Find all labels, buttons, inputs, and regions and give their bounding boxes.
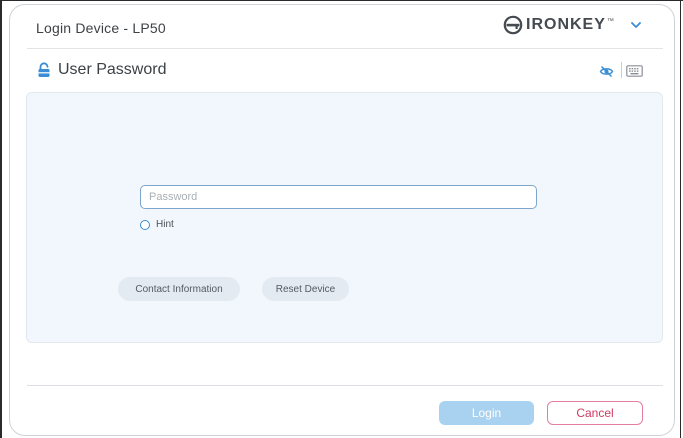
- keyboard-icon[interactable]: [626, 65, 643, 77]
- brand: IRONKEY ™: [503, 13, 614, 37]
- hint-label: Hint: [156, 219, 174, 230]
- screen: Login Device - LP50 IRONKEY ™ User Passw…: [0, 0, 683, 438]
- screen-edge-top: [0, 0, 683, 1]
- header-divider: [27, 48, 663, 49]
- password-panel: [26, 92, 663, 343]
- screen-edge-right: [680, 0, 681, 438]
- cancel-button[interactable]: Cancel: [547, 401, 643, 425]
- ironkey-logo-icon: [503, 15, 523, 35]
- reset-device-button[interactable]: Reset Device: [262, 277, 349, 301]
- lock-icon: [38, 62, 50, 77]
- brand-name: IRONKEY: [526, 16, 606, 33]
- password-input[interactable]: [140, 185, 537, 209]
- hint-radio[interactable]: [140, 219, 150, 230]
- login-button[interactable]: Login: [439, 401, 534, 425]
- footer-divider: [27, 385, 663, 386]
- brand-trademark: ™: [606, 17, 614, 25]
- chevron-down-icon[interactable]: [630, 20, 642, 30]
- toolbar-separator: [621, 62, 622, 78]
- contact-information-button[interactable]: Contact Information: [118, 277, 240, 301]
- hint-option[interactable]: Hint: [140, 219, 174, 230]
- screen-edge-left: [0, 0, 2, 438]
- window-title: Login Device - LP50: [36, 20, 166, 36]
- section-header: User Password: [37, 59, 166, 81]
- eye-slash-icon[interactable]: [599, 64, 614, 79]
- section-title: User Password: [58, 61, 167, 78]
